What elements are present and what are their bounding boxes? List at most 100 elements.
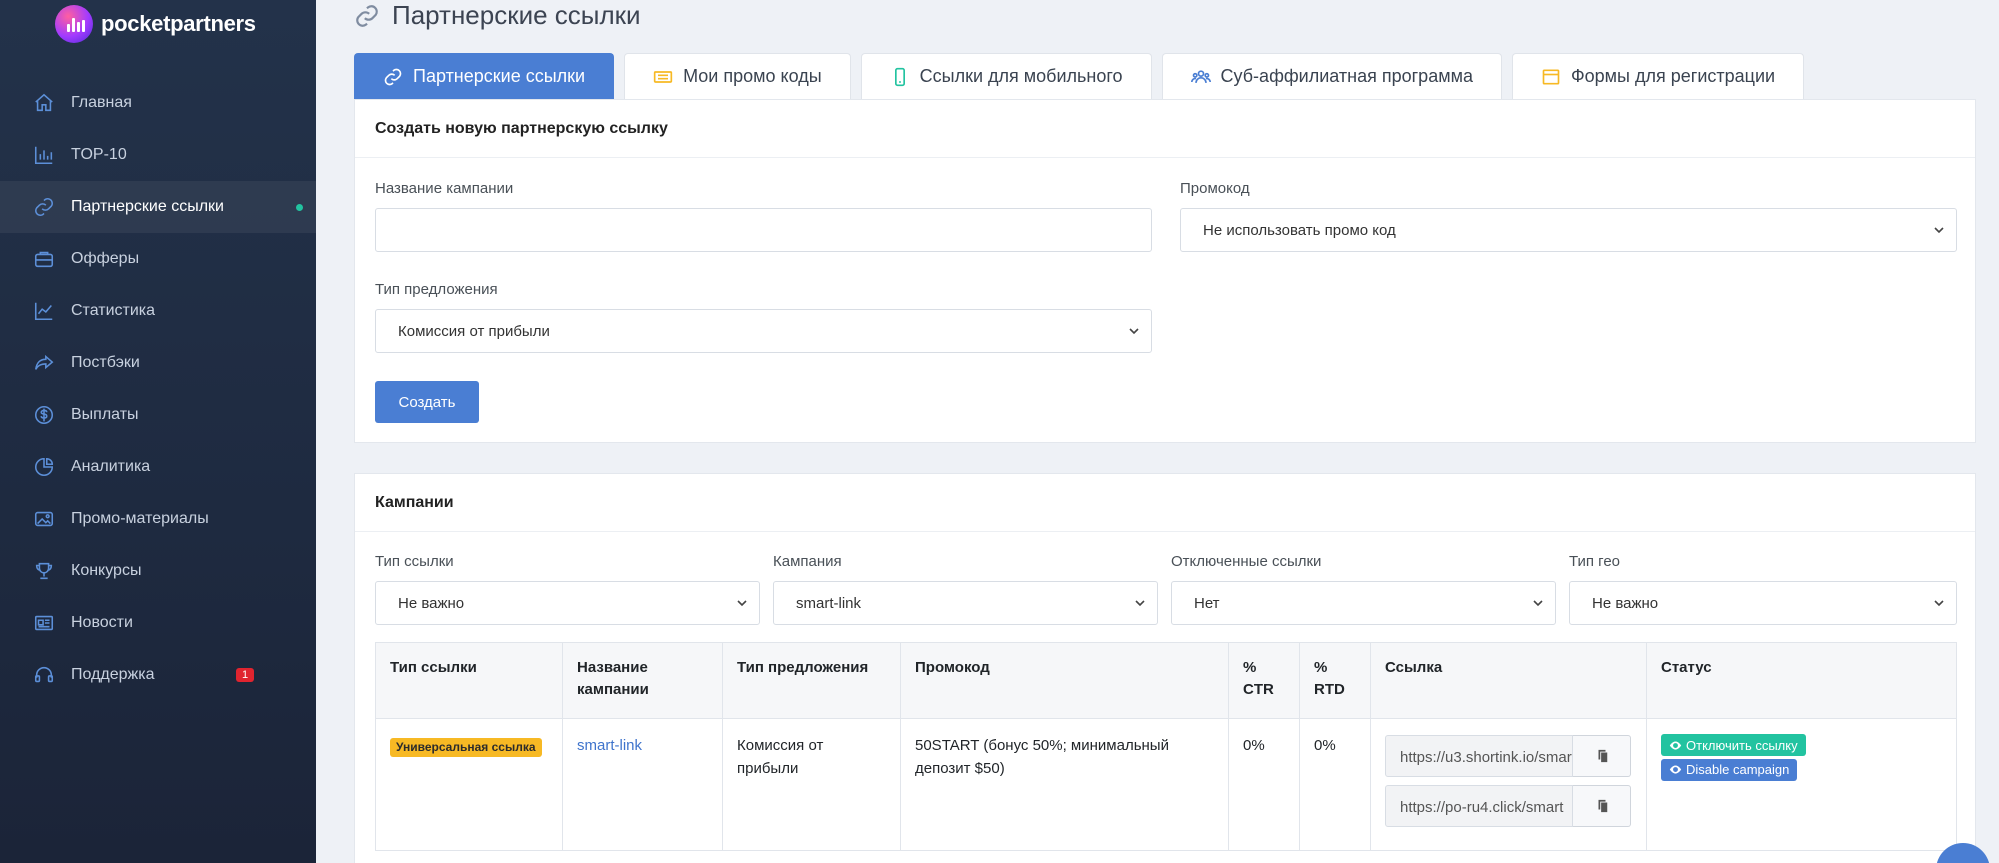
users-icon	[1190, 69, 1211, 83]
share-icon	[32, 351, 56, 375]
filter-campaign-label: Кампания	[773, 553, 842, 570]
promo-select-value: Не использовать промо код	[1203, 221, 1396, 239]
eye-icon	[1669, 765, 1682, 774]
dollar-circle-icon	[32, 403, 56, 427]
select-value: Не важно	[1592, 594, 1659, 612]
filter-geo-select[interactable]: Не важно	[1569, 581, 1957, 625]
tab-registration-forms[interactable]: Формы для регистрации	[1511, 53, 1805, 99]
link-icon	[32, 195, 56, 219]
tab-sub-affiliate[interactable]: Суб-аффилиатная программа	[1161, 53, 1502, 99]
create-link-card: Создать новую партнерскую ссылку Названи…	[354, 99, 1976, 443]
offer-type-cell: Комиссия от прибыли	[722, 718, 901, 851]
eye-icon	[1669, 740, 1682, 750]
tab-label: Суб-аффилиатная программа	[1220, 66, 1473, 86]
page-title: Партнерские ссылки	[354, 0, 641, 31]
page-title-text: Партнерские ссылки	[392, 0, 641, 30]
line-chart-icon	[32, 299, 56, 323]
campaign-name-link[interactable]: smart-link	[577, 737, 642, 754]
chevron-down-icon	[1135, 600, 1145, 607]
home-icon	[32, 91, 56, 115]
url-cell: https://u3.shortink.io/smart https://po-…	[1370, 718, 1647, 851]
filter-campaign-select[interactable]: smart-link	[773, 581, 1158, 625]
url-row: https://u3.shortink.io/smart	[1385, 735, 1632, 777]
sidebar-item-postbacks[interactable]: Постбэки	[0, 337, 316, 389]
sidebar-nav: Главная TOP-10 Партнерские ссылки Офферы…	[0, 77, 316, 701]
sidebar-item-label: Поддержка	[71, 666, 155, 683]
disable-campaign-button[interactable]: Disable campaign	[1661, 758, 1798, 781]
select-value: Не важно	[398, 594, 465, 612]
link-icon	[356, 4, 378, 27]
link-type-badge: Универсальная ссылка	[390, 738, 542, 757]
sidebar-item-news[interactable]: Новости	[0, 597, 316, 649]
sidebar-item-support[interactable]: Поддержка 1	[0, 649, 316, 701]
tab-label: Ссылки для мобильного	[919, 66, 1123, 86]
offer-type-value: Комиссия от прибыли	[398, 322, 550, 340]
active-indicator-dot	[296, 203, 303, 211]
sidebar-item-analytics[interactable]: Аналитика	[0, 441, 316, 493]
sidebar-item-label: Партнерские ссылки	[71, 198, 224, 215]
sidebar-item-label: Главная	[71, 94, 132, 111]
create-button[interactable]: Создать	[375, 381, 479, 423]
column-header: Тип предложения	[722, 642, 901, 719]
select-value: smart-link	[796, 594, 862, 612]
promo-label: Промокод	[1180, 180, 1250, 197]
tab-label: Партнерские ссылки	[413, 66, 586, 86]
bar-chart-icon	[32, 143, 56, 167]
chevron-down-icon	[1533, 600, 1543, 607]
ctr-cell: 0%	[1228, 718, 1300, 851]
chevron-down-icon	[1934, 600, 1944, 607]
column-header: % CTR	[1228, 642, 1300, 719]
table-row: Универсальная ссылка smart-link Комиссия…	[375, 718, 1957, 851]
disable-link-button[interactable]: Отключить ссылку	[1661, 734, 1806, 756]
sidebar-item-top10[interactable]: TOP-10	[0, 129, 316, 181]
tab-promo-codes[interactable]: Мои промо коды	[624, 53, 851, 99]
support-count-badge: 1	[236, 668, 255, 682]
filter-disabled-select[interactable]: Нет	[1171, 581, 1556, 625]
offer-type-select[interactable]: Комиссия от прибыли	[375, 309, 1152, 353]
promo-cell: 50START (бонус 50%; минимальный депозит …	[900, 718, 1229, 851]
filter-link-type-label: Тип ссылки	[375, 553, 454, 570]
campaigns-table: Тип ссылки Название кампании Тип предлож…	[375, 642, 1957, 851]
ticket-icon	[653, 70, 673, 83]
table-header-row: Тип ссылки Название кампании Тип предлож…	[375, 642, 1957, 719]
filter-link-type-select[interactable]: Не важно	[375, 581, 760, 625]
url-field[interactable]: https://po-ru4.click/smart	[1385, 785, 1573, 827]
trophy-icon	[32, 559, 56, 583]
sidebar-item-label: Аналитика	[71, 458, 151, 475]
url-field[interactable]: https://u3.shortink.io/smart	[1385, 735, 1573, 777]
sidebar: pocketpartners Главная TOP-10 Партнерски…	[0, 0, 316, 863]
logo-icon	[55, 5, 93, 43]
brand-logo[interactable]: pocketpartners	[55, 4, 256, 44]
image-icon	[32, 507, 56, 531]
tab-mobile-links[interactable]: Ссылки для мобильного	[860, 53, 1152, 99]
promo-select[interactable]: Не использовать промо код	[1180, 208, 1957, 252]
chevron-down-icon	[1129, 328, 1139, 335]
sidebar-item-label: Статистика	[71, 302, 156, 319]
sidebar-item-payouts[interactable]: Выплаты	[0, 389, 316, 441]
url-row: https://po-ru4.click/smart	[1385, 785, 1632, 827]
campaign-name-input[interactable]	[375, 208, 1152, 252]
campaigns-heading: Кампании	[355, 474, 1975, 532]
column-header: Ссылка	[1370, 642, 1647, 719]
sidebar-item-label: Промо-материалы	[71, 510, 209, 527]
mobile-icon	[894, 67, 905, 86]
column-header: Название кампании	[562, 642, 723, 719]
sidebar-item-partner-links[interactable]: Партнерские ссылки	[0, 181, 316, 233]
sidebar-item-label: TOP-10	[71, 146, 127, 163]
sidebar-item-offers[interactable]: Офферы	[0, 233, 316, 285]
sidebar-item-label: Офферы	[71, 250, 140, 267]
rtd-cell: 0%	[1299, 718, 1371, 851]
copy-button[interactable]	[1573, 735, 1631, 777]
campaign-name-label: Название кампании	[375, 180, 514, 197]
sidebar-item-home[interactable]: Главная	[0, 77, 316, 129]
tab-partner-links[interactable]: Партнерские ссылки	[354, 53, 615, 99]
sidebar-item-contests[interactable]: Конкурсы	[0, 545, 316, 597]
sidebar-item-promo-materials[interactable]: Промо-материалы	[0, 493, 316, 545]
headset-icon	[32, 663, 56, 687]
chevron-down-icon	[1934, 227, 1944, 234]
sidebar-item-statistics[interactable]: Статистика	[0, 285, 316, 337]
newspaper-icon	[32, 611, 56, 635]
copy-button[interactable]	[1573, 785, 1631, 827]
offer-type-label: Тип предложения	[375, 281, 498, 298]
copy-icon	[1598, 749, 1607, 763]
